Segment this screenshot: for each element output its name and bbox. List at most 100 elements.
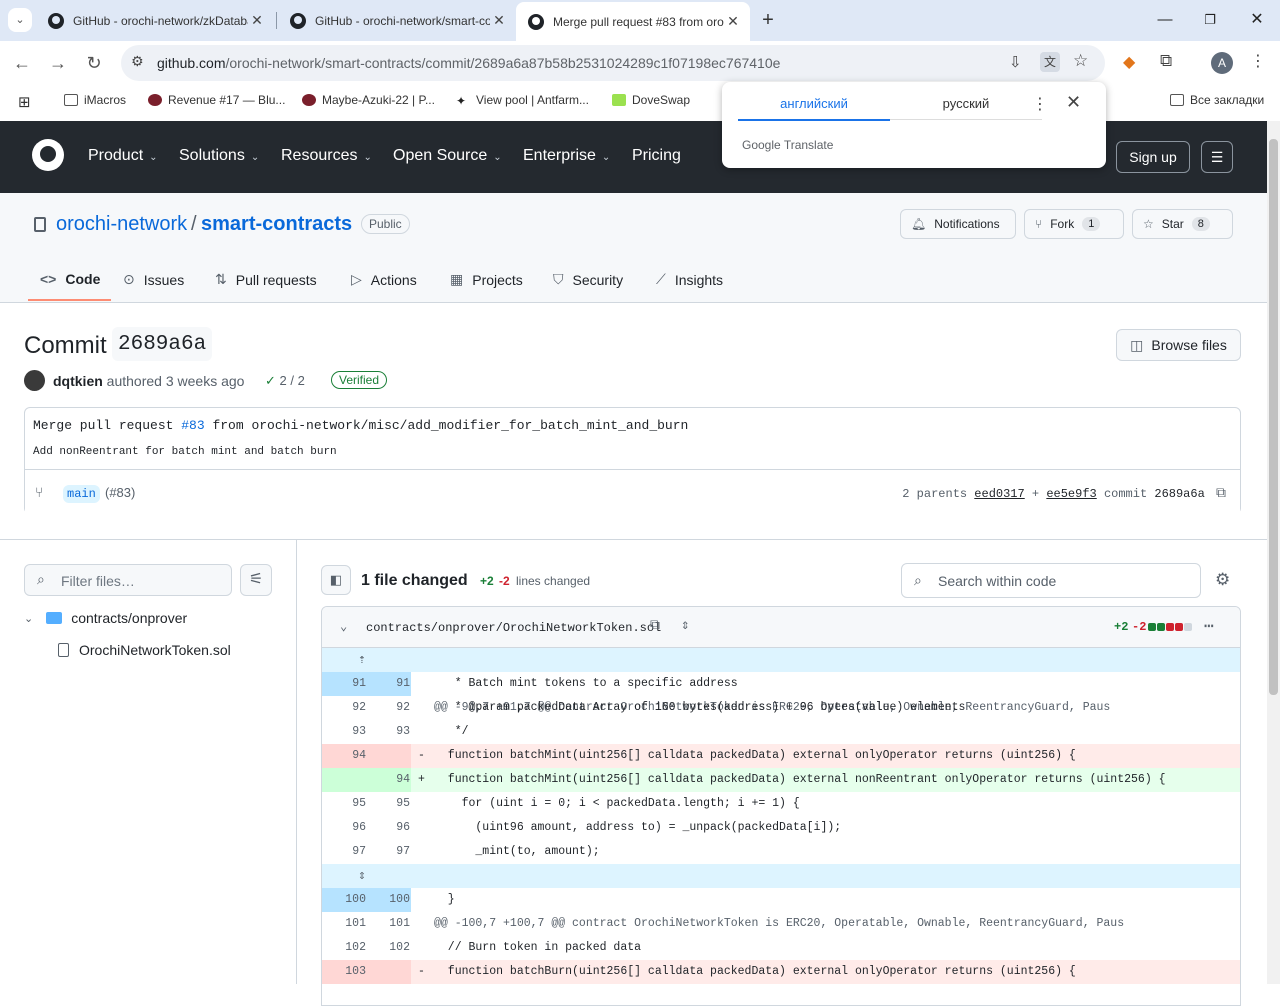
sign-up-button[interactable]: Sign up [1116,141,1190,173]
tree-file[interactable]: OrochiNetworkToken.sol [58,642,231,658]
close-icon[interactable]: ✕ [1066,92,1081,113]
commit-meta-footer: ⑂ main (#83) 2 parents eed0317 + ee5e9f3… [25,469,1240,514]
notifications-button[interactable]: 🔔︎ Notifications [900,209,1016,239]
browser-menu-icon[interactable]: ⋮ [1250,51,1266,71]
expand-up-icon[interactable]: ⇡ [358,648,366,672]
copy-icon[interactable]: ⧉ [650,618,660,634]
close-tab-icon[interactable]: ✕ [248,12,266,29]
fork-button[interactable]: ⑂ Fork 1 [1024,209,1124,239]
metamask-extension-icon[interactable]: ◆ [1123,52,1135,72]
author-link[interactable]: dqtkien [53,373,103,389]
nav-enterprise[interactable]: Enterprise ⌄ [523,147,610,165]
expand-all-icon[interactable]: ⇕ [681,617,689,634]
pr-reference[interactable]: (#83) [105,485,135,500]
bookmark-item[interactable]: Maybe-Azuki-22 | P... [302,93,435,107]
address-bar[interactable]: ⚙ github.com/orochi-network/smart-contra… [121,45,1105,81]
install-app-icon[interactable]: ⇩ [1009,53,1022,71]
branch-badge[interactable]: main [63,485,100,503]
extensions-icon[interactable]: ⧉ [1160,51,1172,71]
nav-solutions[interactable]: Solutions ⌄ [179,147,259,165]
more-options-icon[interactable]: ⋯ [1204,616,1215,636]
profile-avatar[interactable]: A [1211,52,1233,74]
lines-changed-label: lines changed [516,574,591,588]
close-window-icon[interactable]: ✕ [1237,8,1277,32]
google-translate-brand: Google Translate [742,138,834,152]
file-additions: +2 [1114,620,1129,634]
bookmark-star-icon[interactable]: ☆ [1073,51,1088,71]
checks-status[interactable]: ✓ 2 / 2 [265,373,305,389]
diff-line: 100 100 } [345,893,455,906]
translate-from-tab[interactable]: английский [738,96,890,121]
tab-insights[interactable]: ⟋ Insights [656,271,723,288]
back-icon[interactable]: ← [10,51,34,75]
nav-open-source[interactable]: Open Source ⌄ [393,147,502,165]
star-button[interactable]: ☆ Star 8 [1132,209,1233,239]
minimize-window-icon[interactable]: — [1145,8,1185,32]
url-text[interactable]: github.com/orochi-network/smart-contract… [157,55,780,71]
settings-sliders-icon[interactable]: ☰ [1201,141,1233,173]
parent-link[interactable]: ee5e9f3 [1046,487,1096,501]
repo-header: orochi-network / smart-contracts Public … [0,193,1267,303]
expand-both-icon[interactable]: ⇕ [358,864,366,888]
browser-tab-active[interactable]: Merge pull request #83 from orochi-netwo… [516,2,750,41]
bookmark-item[interactable]: iMacros [64,93,126,107]
tab-pull-requests[interactable]: ⇅ Pull requests [215,271,317,288]
tree-settings-button[interactable]: ⚟ [240,564,272,596]
search-code-input[interactable]: ⌕ Search within code [901,563,1201,598]
translate-icon[interactable]: 文 [1040,52,1060,72]
diff-file-path[interactable]: contracts/onprover/OrochiNetworkToken.so… [366,621,661,635]
gear-icon[interactable]: ⚙ [1215,570,1230,590]
browse-files-button[interactable]: ◫ Browse files [1116,329,1241,361]
parent-link[interactable]: eed0317 [974,487,1024,501]
nav-product[interactable]: Product ⌄ [88,147,158,165]
path-separator: / [191,213,197,235]
bookmark-item[interactable]: DoveSwap [612,93,690,107]
tab-code[interactable]: <> Code [40,271,100,287]
nav-pricing[interactable]: Pricing [632,147,681,165]
browser-tab[interactable]: GitHub - orochi-network/zkDatabase ✕ [36,4,274,37]
doveswap-favicon-icon [612,94,626,106]
translate-to-tab[interactable]: русский [890,96,1042,120]
copy-icon[interactable]: ⧉ [1216,486,1226,502]
toggle-file-tree-button[interactable]: ◧ [321,565,351,595]
all-bookmarks-button[interactable]: Все закладки [1170,93,1264,107]
commit-heading: Commit [24,332,107,359]
chevron-down-icon: ⌄ [250,152,260,163]
pr-link[interactable]: #83 [181,418,204,433]
tree-folder[interactable]: ⌄ contracts/onprover [24,610,187,626]
tab-issues[interactable]: ⊙ Issues [123,271,184,288]
apps-grid-icon[interactable]: ⊞ [18,93,31,111]
browser-tab[interactable]: GitHub - orochi-network/smart-contracts … [278,4,516,37]
reload-icon[interactable]: ↻ [82,51,106,75]
filter-files-input[interactable]: ⌕ Filter files… [24,564,232,596]
forward-icon[interactable]: → [46,51,70,75]
bookmark-item[interactable]: Revenue #17 — Blu... [148,93,285,107]
diff-line-deleted: 94- function batchMint(uint256[] calldat… [322,744,1240,768]
more-options-icon[interactable]: ⋮ [1032,94,1048,114]
tab-search-icon[interactable]: ⌄ [8,8,32,32]
new-tab-button[interactable]: + [756,8,780,32]
github-logo-icon[interactable] [32,139,64,171]
repo-name-link[interactable]: smart-contracts [201,213,352,236]
scrollbar-thumb[interactable] [1269,139,1278,695]
page-scrollbar[interactable] [1267,121,1280,984]
close-tab-icon[interactable]: ✕ [724,13,742,30]
nav-resources[interactable]: Resources ⌄ [281,147,372,165]
commit-message-box: Merge pull request #83 from orochi-netwo… [24,407,1241,514]
restore-window-icon[interactable]: ❐ [1190,8,1230,32]
bookmark-item[interactable]: ✦ View pool | Antfarm... [456,93,589,108]
diffstat-blocks [1148,623,1193,631]
folder-icon [1170,94,1184,106]
site-info-icon[interactable]: ⚙ [131,53,144,70]
diff-line: 102 102 // Burn token in packed data [345,941,642,954]
close-tab-icon[interactable]: ✕ [490,12,508,29]
tab-actions[interactable]: ▷ Actions [351,271,417,288]
tab-security[interactable]: ⛉ Security [553,271,623,288]
diff-line: 101 101 [345,917,410,930]
avatar[interactable] [24,370,45,391]
table-icon: ▦ [450,271,464,287]
tab-projects[interactable]: ▦ Projects [450,271,523,288]
verified-badge[interactable]: Verified [331,371,388,389]
repo-owner-link[interactable]: orochi-network [56,213,187,236]
chevron-down-icon[interactable]: ⌄ [340,619,347,634]
